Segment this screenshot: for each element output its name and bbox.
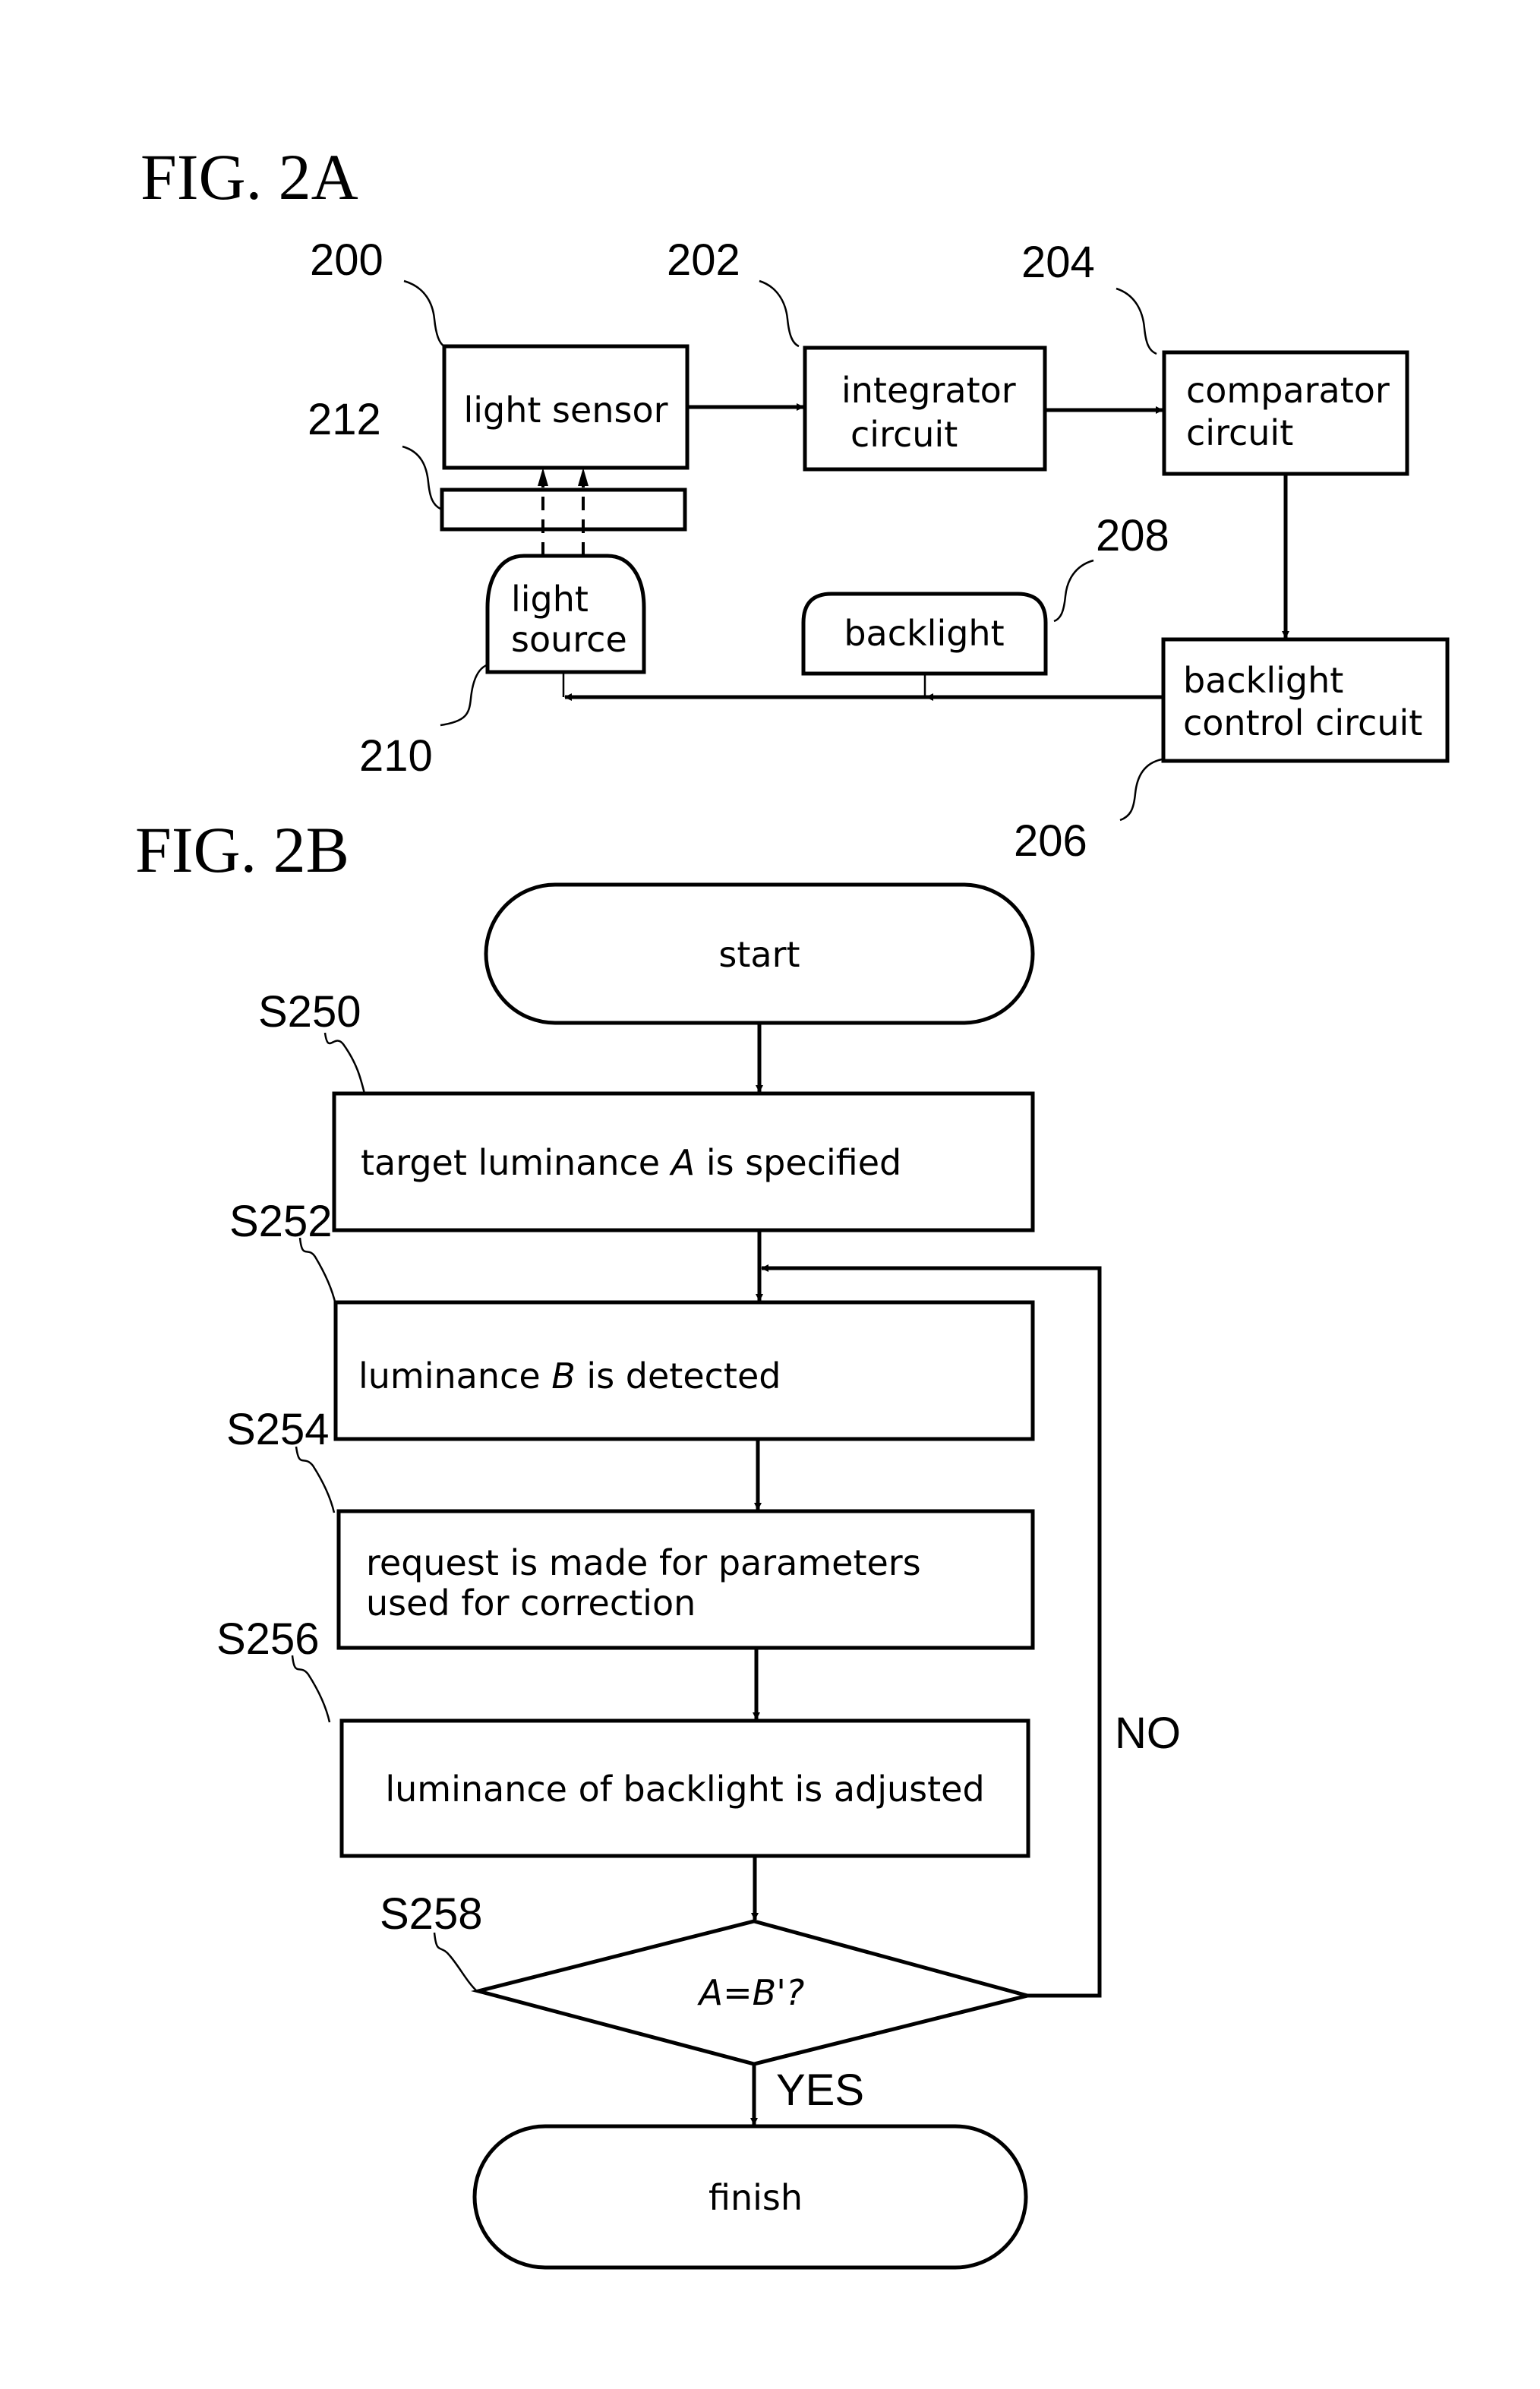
patent-figure: FIG. 2A 200 202 204 212 208 210 206 ligh… — [135, 140, 1450, 2270]
leader-202 — [759, 279, 800, 348]
no-label: NO — [1115, 1709, 1181, 1758]
light-ray-1-head — [538, 468, 548, 486]
step-s254-text-line1: request is made for parameters — [366, 1542, 921, 1583]
step-s250-text: target luminance A is specified — [361, 1142, 901, 1183]
decision-s258-text: A=B'? — [697, 1972, 805, 2013]
backlight-label: backlight — [844, 613, 1004, 654]
light-source-label-line2: source — [511, 619, 627, 660]
start-label: start — [718, 934, 800, 975]
step-id-s256: S256 — [216, 1614, 319, 1664]
leader-s254 — [295, 1446, 336, 1513]
integrator-label-line2: circuit — [850, 414, 958, 455]
ref-208: 208 — [1096, 511, 1169, 560]
step-id-s250: S250 — [258, 987, 361, 1037]
light-ray-2-head — [578, 468, 589, 486]
ref-202: 202 — [667, 235, 740, 285]
step-s256-text: luminance of backlight is adjusted — [385, 1769, 984, 1810]
leader-208 — [1053, 559, 1094, 623]
step-id-s254: S254 — [226, 1405, 329, 1454]
ref-206: 206 — [1014, 816, 1087, 866]
backlight-control-label-line2: control circuit — [1183, 702, 1422, 743]
integrator-label-line1: integrator — [841, 370, 1016, 411]
leader-s258 — [433, 1932, 478, 1992]
leader-s256 — [291, 1655, 331, 1723]
leader-s252 — [298, 1237, 337, 1305]
ref-212: 212 — [308, 395, 381, 444]
leader-210 — [440, 663, 489, 727]
fig-2b-title: FIG. 2B — [135, 813, 349, 886]
ref-200: 200 — [310, 235, 383, 285]
yes-label: YES — [776, 2066, 864, 2115]
light-sensor-label: light sensor — [463, 390, 667, 431]
comparator-label-line2: circuit — [1186, 412, 1293, 453]
ref-204: 204 — [1021, 238, 1095, 287]
light-source-label-line1: light — [511, 579, 589, 620]
leader-200 — [403, 279, 445, 348]
backlight-control-label-line1: backlight — [1183, 660, 1343, 701]
ref-210: 210 — [359, 731, 433, 781]
finish-label: finish — [708, 2177, 803, 2218]
step-s252-text: luminance B is detected — [358, 1355, 781, 1396]
filter-block — [440, 488, 687, 532]
leader-212 — [402, 445, 441, 510]
leader-204 — [1116, 287, 1157, 355]
fig-2b: FIG. 2B start S250 target luminance A is… — [135, 813, 1181, 2270]
step-id-s252: S252 — [229, 1197, 332, 1246]
fig-2a: FIG. 2A 200 202 204 212 208 210 206 ligh… — [140, 140, 1450, 866]
fig-2a-title: FIG. 2A — [140, 140, 358, 213]
step-id-s258: S258 — [380, 1889, 482, 1939]
leader-206 — [1119, 758, 1163, 822]
leader-s250 — [323, 1032, 366, 1094]
comparator-label-line1: comparator — [1186, 370, 1390, 411]
step-s254-text-line2: used for correction — [366, 1583, 696, 1624]
